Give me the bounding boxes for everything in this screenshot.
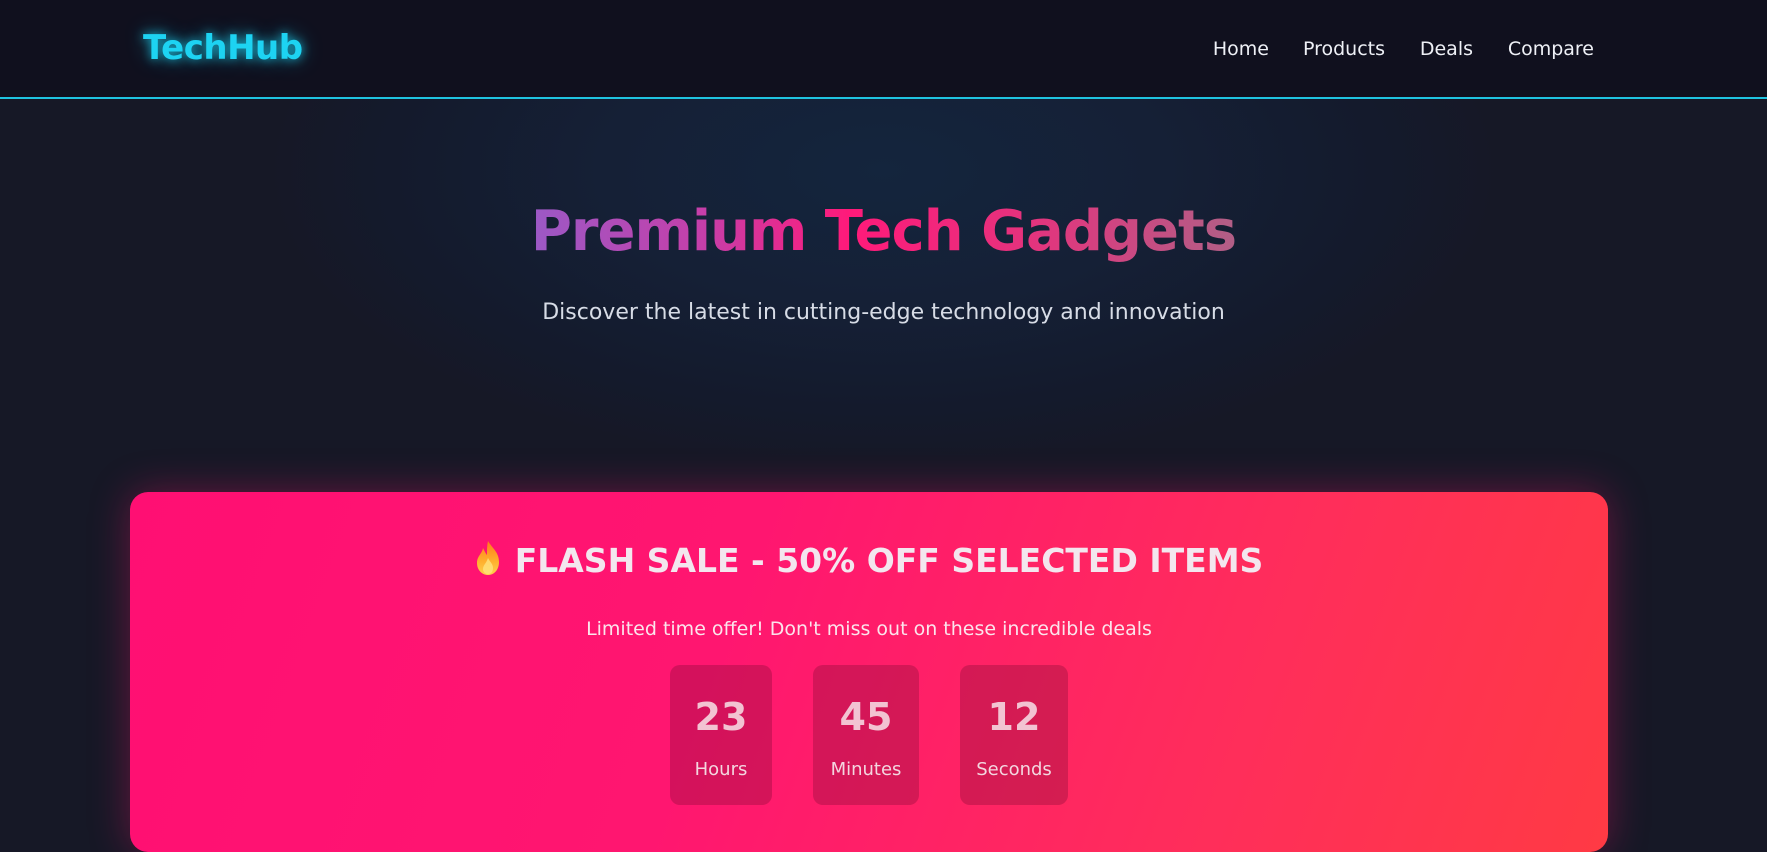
- hero-section: Premium Tech Gadgets Discover the latest…: [0, 99, 1767, 455]
- countdown-minutes-label: Minutes: [830, 759, 902, 780]
- countdown-seconds-label: Seconds: [976, 759, 1052, 780]
- countdown-hours: 23 Hours: [670, 665, 772, 805]
- flash-sale-heading: FLASH SALE - 50% OFF SELECTED ITEMS: [130, 540, 1608, 580]
- top-navigation-bar: TechHub Home Products Deals Compare: [0, 0, 1767, 99]
- hero-subtitle: Discover the latest in cutting-edge tech…: [542, 300, 1225, 325]
- nav-link-deals[interactable]: Deals: [1420, 38, 1473, 60]
- countdown-minutes: 45 Minutes: [813, 665, 919, 805]
- nav-link-compare[interactable]: Compare: [1508, 38, 1594, 60]
- flash-sale-title: FLASH SALE - 50% OFF SELECTED ITEMS: [514, 541, 1264, 580]
- countdown-seconds: 12 Seconds: [960, 665, 1068, 805]
- countdown-hours-value: 23: [694, 695, 748, 739]
- countdown-seconds-value: 12: [987, 695, 1041, 739]
- fire-icon: [476, 541, 499, 575]
- countdown-hours-label: Hours: [694, 759, 748, 780]
- site-logo[interactable]: TechHub: [143, 28, 303, 68]
- nav-link-home[interactable]: Home: [1213, 38, 1269, 60]
- flash-sale-subtitle: Limited time offer! Don't miss out on th…: [586, 618, 1152, 640]
- nav-link-products[interactable]: Products: [1303, 38, 1385, 60]
- flash-sale-banner: FLASH SALE - 50% OFF SELECTED ITEMS Limi…: [130, 492, 1608, 852]
- countdown-minutes-value: 45: [839, 695, 893, 739]
- hero-title: Premium Tech Gadgets: [530, 199, 1237, 264]
